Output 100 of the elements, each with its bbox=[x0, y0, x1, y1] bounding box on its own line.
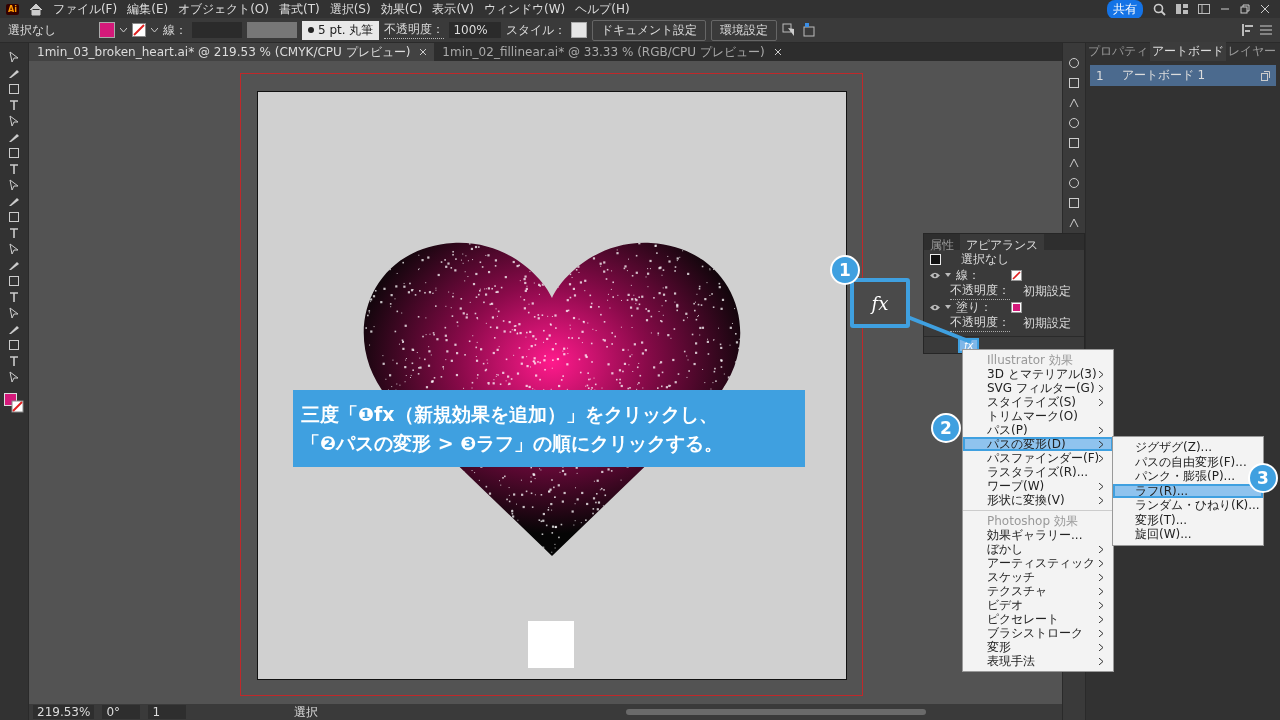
rotation-field[interactable]: 0° bbox=[102, 705, 141, 719]
horizontal-scrollbar[interactable] bbox=[626, 709, 927, 715]
menu-item[interactable]: 3D とマテリアル(3) bbox=[963, 367, 1113, 381]
search-icon[interactable] bbox=[1153, 2, 1166, 16]
opacity-field[interactable]: 100% bbox=[449, 22, 502, 38]
panel-icon[interactable] bbox=[1068, 197, 1080, 209]
menu-item[interactable]: 形状に変換(V) bbox=[963, 493, 1113, 507]
panel-tab[interactable]: レイヤー bbox=[1226, 42, 1278, 61]
opacity-label[interactable]: 不透明度： bbox=[950, 282, 1010, 300]
brush-field[interactable]: 5 pt. 丸筆 bbox=[302, 20, 380, 40]
panel-icon[interactable] bbox=[1068, 177, 1080, 189]
menu-item[interactable]: パス(P) bbox=[963, 423, 1113, 437]
fill-swatch-icon[interactable] bbox=[1011, 301, 1022, 313]
tool-icon[interactable] bbox=[8, 83, 20, 95]
app-logo[interactable]: Ai bbox=[6, 3, 19, 15]
panel-tab[interactable]: アートボード bbox=[1150, 42, 1226, 61]
attribute-label[interactable]: 塗り： bbox=[956, 298, 1006, 316]
panel-icon[interactable] bbox=[1198, 4, 1210, 14]
menu-item[interactable]: 変形(T)... bbox=[1113, 512, 1263, 527]
menu-item[interactable]: 選択(S) bbox=[329, 0, 371, 18]
fill-swatch[interactable] bbox=[99, 22, 115, 38]
menu-item[interactable]: 効果ギャラリー... bbox=[963, 528, 1113, 542]
menu-item[interactable]: ワープ(W) bbox=[963, 479, 1113, 493]
panel-icon[interactable] bbox=[1068, 97, 1080, 109]
artboard-row[interactable]: 1 アートボード 1 bbox=[1090, 65, 1276, 86]
panel-icon[interactable] bbox=[1068, 117, 1080, 129]
no-stroke-swatch-icon[interactable] bbox=[132, 23, 146, 37]
menu-item[interactable]: 効果(C) bbox=[380, 0, 423, 18]
eye-icon[interactable] bbox=[930, 271, 940, 279]
menu-item[interactable]: ピクセレート bbox=[963, 612, 1113, 626]
fill-stroke-icon[interactable] bbox=[4, 393, 24, 413]
menu-icon[interactable] bbox=[1260, 25, 1272, 35]
tool-icon[interactable] bbox=[8, 355, 20, 367]
menu-item[interactable]: ランダム・ひねり(K)... bbox=[1113, 498, 1263, 513]
tool-icon[interactable] bbox=[8, 259, 20, 271]
caret-icon[interactable] bbox=[120, 27, 127, 33]
menu-item[interactable]: SVG フィルター(G) bbox=[963, 381, 1113, 395]
document-tab[interactable]: 1min_03_broken_heart.ai* @ 219.53 % (CMYK/CPU プレビュー) bbox=[29, 43, 435, 61]
menu-item[interactable]: スケッチ bbox=[963, 570, 1113, 584]
tool-icon[interactable] bbox=[8, 275, 20, 287]
eye-icon[interactable] bbox=[930, 303, 940, 311]
menu-item[interactable]: スタイライズ(S) bbox=[963, 395, 1113, 409]
restore-icon[interactable] bbox=[1240, 4, 1250, 14]
tool-icon[interactable] bbox=[8, 51, 20, 63]
layout-icon[interactable] bbox=[1176, 4, 1188, 14]
close-icon[interactable] bbox=[774, 49, 781, 55]
align-icon[interactable] bbox=[1241, 23, 1255, 37]
tool-icon[interactable] bbox=[8, 291, 20, 303]
tool-icon[interactable] bbox=[8, 99, 20, 111]
menu-item[interactable]: ウィンドウ(W) bbox=[484, 0, 566, 18]
tool-icon[interactable] bbox=[8, 163, 20, 175]
page-icon[interactable] bbox=[1261, 70, 1270, 81]
export-icon[interactable] bbox=[803, 23, 818, 37]
menu-item[interactable]: ぼかし bbox=[963, 542, 1113, 556]
menu-item[interactable]: 変形 bbox=[963, 640, 1113, 654]
caret-icon[interactable] bbox=[151, 27, 158, 33]
toolbar-button[interactable]: ドキュメント設定 bbox=[592, 19, 707, 41]
menu-item[interactable]: オブジェクト(O) bbox=[178, 0, 269, 18]
tool-icon[interactable] bbox=[8, 131, 20, 143]
zoom-field[interactable]: 219.53% bbox=[33, 705, 95, 719]
menu-item[interactable]: トリムマーク(O) bbox=[963, 409, 1113, 423]
tool-icon[interactable] bbox=[8, 307, 20, 319]
menu-item[interactable]: 旋回(W)... bbox=[1113, 527, 1263, 542]
panel-tab[interactable]: プロパティ bbox=[1086, 42, 1150, 61]
menu-item[interactable]: 表示(V) bbox=[432, 0, 474, 18]
tool-icon[interactable] bbox=[8, 179, 20, 191]
no-stroke-swatch-icon[interactable] bbox=[1011, 269, 1022, 281]
panel-icon[interactable] bbox=[1068, 77, 1080, 89]
tool-icon[interactable] bbox=[8, 339, 20, 351]
panel-tab[interactable]: 属性 bbox=[924, 234, 960, 250]
menu-item[interactable]: 書式(T) bbox=[278, 0, 320, 18]
panel-tab[interactable]: アピアランス bbox=[960, 234, 1044, 250]
panel-icon[interactable] bbox=[1068, 217, 1080, 229]
menu-item[interactable]: ラフ(R)... bbox=[1113, 483, 1263, 498]
caret-icon[interactable] bbox=[945, 273, 951, 277]
style-swatch[interactable] bbox=[571, 22, 588, 38]
tool-icon[interactable] bbox=[8, 147, 20, 159]
menu-item[interactable]: テクスチャ bbox=[963, 584, 1113, 598]
menu-item[interactable]: ファイル(F) bbox=[52, 0, 118, 18]
tool-icon[interactable] bbox=[8, 115, 20, 127]
tool-icon[interactable] bbox=[8, 67, 20, 79]
tool-icon[interactable] bbox=[8, 227, 20, 239]
panel-icon[interactable] bbox=[1068, 157, 1080, 169]
tool-icon[interactable] bbox=[8, 371, 20, 383]
tool-icon[interactable] bbox=[8, 195, 20, 207]
panel-icon[interactable] bbox=[1068, 137, 1080, 149]
share-button[interactable]: 共有 bbox=[1107, 0, 1143, 19]
menu-item[interactable]: ジグザグ(Z)... bbox=[1113, 440, 1263, 455]
menu-item[interactable]: アーティスティック bbox=[963, 556, 1113, 570]
menu-item[interactable]: ビデオ bbox=[963, 598, 1113, 612]
document-tab[interactable]: 1min_02_fillinear.ai* @ 33.33 % (RGB/CPU プレビュー) bbox=[434, 43, 789, 61]
opacity-label[interactable]: 不透明度： bbox=[950, 314, 1010, 332]
close-icon[interactable] bbox=[1260, 4, 1270, 14]
menu-item[interactable]: 編集(E) bbox=[127, 0, 169, 18]
menu-item[interactable]: 表現手法 bbox=[963, 654, 1113, 668]
variable-width-field[interactable] bbox=[247, 22, 297, 38]
tool-icon[interactable] bbox=[8, 243, 20, 255]
home-icon[interactable] bbox=[28, 2, 43, 16]
close-icon[interactable] bbox=[420, 49, 427, 55]
menu-item[interactable]: ブラシストローク bbox=[963, 626, 1113, 640]
